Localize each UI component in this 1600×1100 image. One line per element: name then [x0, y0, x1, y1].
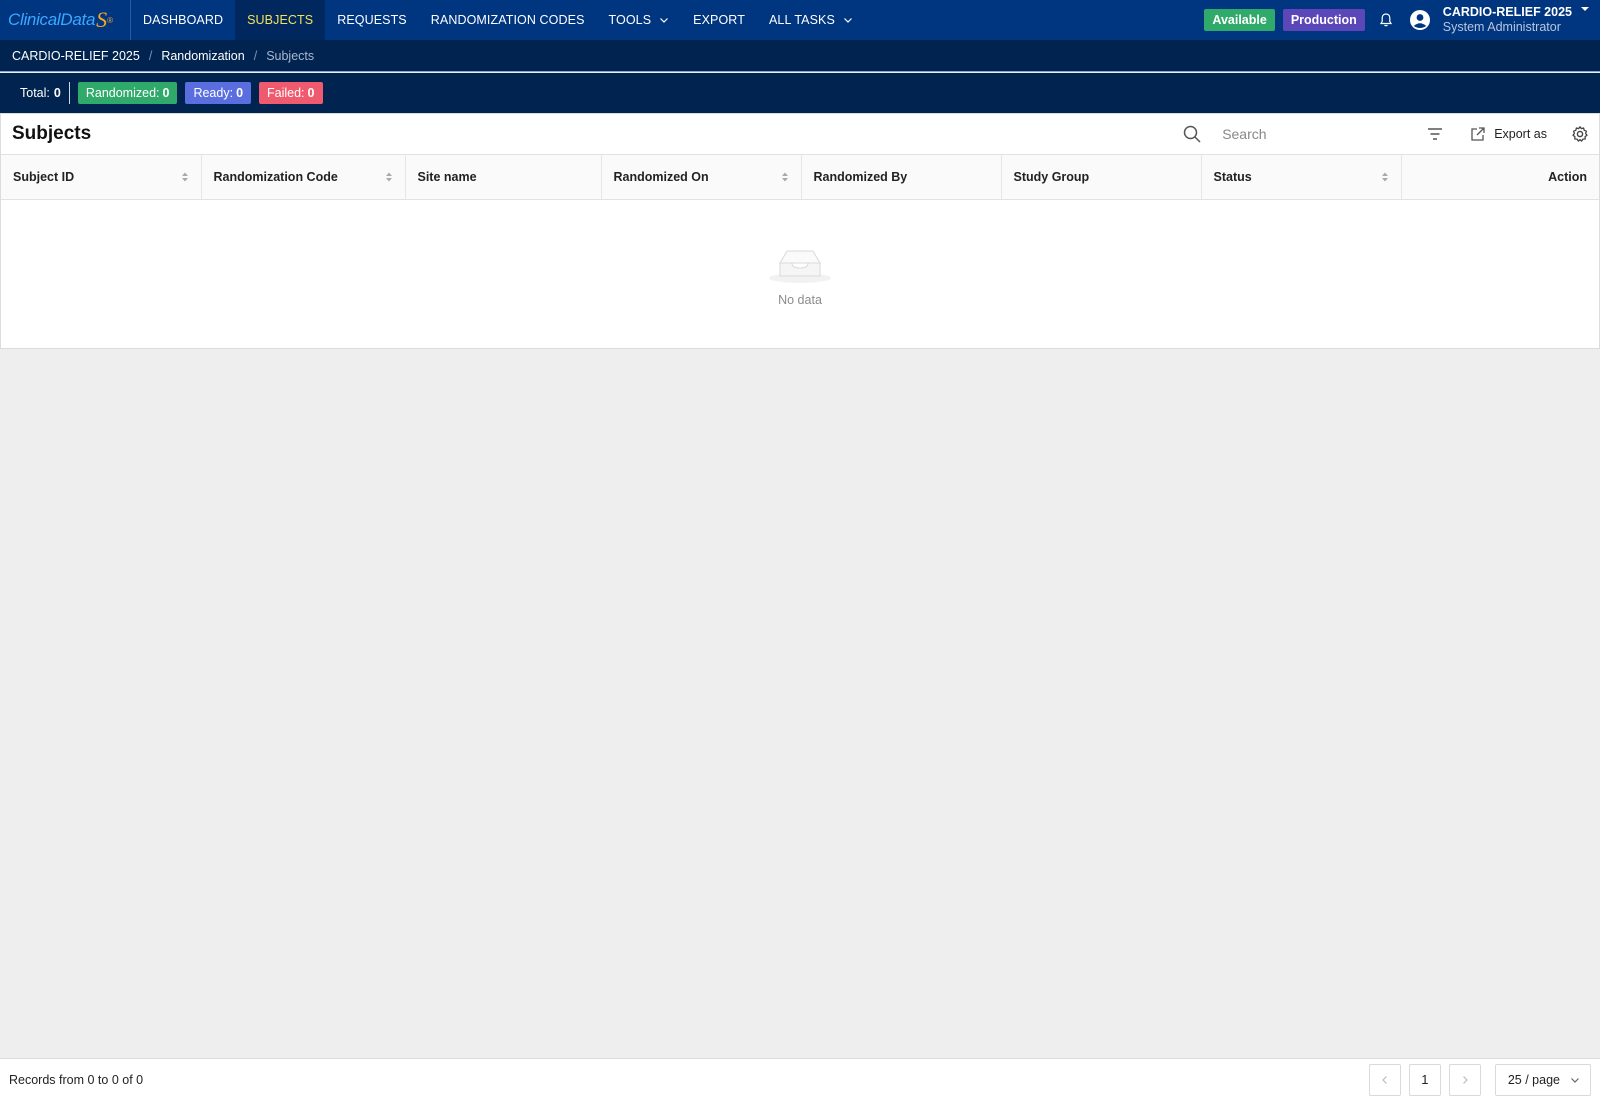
- export-icon: [1471, 127, 1485, 141]
- chevron-down-icon: [1571, 1077, 1579, 1083]
- settings-gear-icon[interactable]: [1571, 125, 1589, 143]
- pagination-footer: Records from 0 to 0 of 0 1 25 / page: [0, 1058, 1600, 1100]
- study-name: CARDIO-RELIEF 2025: [1442, 5, 1572, 19]
- export-as-button[interactable]: Export as: [1470, 126, 1547, 142]
- breadcrumb: CARDIO-RELIEF 2025 / Randomization / Sub…: [0, 40, 1600, 72]
- column-header-study-group: Study Group: [1001, 154, 1202, 200]
- bell-icon[interactable]: [1373, 7, 1399, 33]
- page-size-select[interactable]: 25 / page: [1494, 1063, 1591, 1096]
- randomized-stat[interactable]: Randomized: 0: [77, 82, 178, 104]
- empty-row: No data: [1, 200, 1599, 347]
- ready-label: Ready:: [193, 86, 234, 100]
- total-label: Total:: [20, 86, 50, 100]
- column-header-site-name: Site name: [405, 154, 602, 200]
- nav-item-label: REQUESTS: [337, 13, 407, 27]
- export-label: Export as: [1494, 127, 1547, 141]
- pagination-controls: 1 25 / page: [1368, 1063, 1600, 1096]
- page-title: Subjects: [12, 123, 92, 144]
- chevron-left-icon: [1382, 1075, 1387, 1084]
- breadcrumb-separator: /: [148, 48, 153, 63]
- page-size-value: 25 / page: [1507, 1072, 1560, 1087]
- randomized-label: Randomized:: [85, 86, 160, 100]
- previous-page-button[interactable]: [1368, 1063, 1401, 1096]
- ready-stat[interactable]: Ready: 0: [185, 82, 252, 104]
- nav-item-label: EXPORT: [693, 13, 745, 27]
- chevron-down-icon: [660, 18, 669, 23]
- column-label: Randomized On: [613, 170, 709, 184]
- column-label: Status: [1213, 170, 1252, 184]
- nav-item-label: ALL TASKS: [768, 13, 835, 27]
- available-badge: Available: [1204, 9, 1275, 31]
- stats-bar: Total: 0 Randomized: 0 Ready: 0 Failed: 0: [0, 73, 1600, 113]
- caret-down-icon[interactable]: [1580, 4, 1590, 14]
- nav-item-label: DASHBOARD: [143, 13, 224, 27]
- nav-item-label: SUBJECTS: [247, 13, 314, 27]
- column-label: Action: [1548, 170, 1587, 184]
- sort-icon[interactable]: [781, 171, 789, 183]
- empty-state: No data: [1, 200, 1599, 347]
- empty-state-wrap: No data: [768, 243, 832, 307]
- breadcrumb-study[interactable]: CARDIO-RELIEF 2025: [12, 49, 140, 63]
- search-icon[interactable]: [1182, 124, 1202, 144]
- breadcrumb-subjects: Subjects: [266, 48, 315, 63]
- user-role: System Administrator: [1442, 20, 1561, 34]
- nav-item-subjects[interactable]: SUBJECTS: [235, 0, 326, 40]
- search-input[interactable]: [1222, 126, 1413, 142]
- nav-item-tools[interactable]: TOOLS: [597, 0, 682, 40]
- failed-stat[interactable]: Failed: 0: [259, 82, 323, 104]
- column-header-randomized-by: Randomized By: [801, 154, 1002, 200]
- column-header-action: Action: [1401, 154, 1599, 200]
- clinicaldata-logo[interactable]: ClinicalData S ®: [0, 0, 131, 40]
- randomized-value: 0: [162, 86, 170, 100]
- logo-text: ClinicalData: [8, 10, 96, 29]
- sort-icon[interactable]: [385, 171, 393, 183]
- column-header-randomized-on[interactable]: Randomized On: [601, 154, 802, 200]
- logo-registered: ®: [107, 15, 114, 25]
- main-nav: DASHBOARD SUBJECTS REQUESTS RANDOMIZATIO…: [131, 0, 865, 40]
- records-summary: Records from 0 to 0 of 0: [9, 1072, 144, 1087]
- nav-item-export[interactable]: EXPORT: [681, 0, 757, 40]
- nav-item-dashboard[interactable]: DASHBOARD: [131, 0, 235, 40]
- column-label: Site name: [417, 170, 477, 184]
- nav-item-randomization-codes[interactable]: RANDOMIZATION CODES: [419, 0, 597, 40]
- panel-header: Subjects Export as: [1, 114, 1599, 154]
- nav-item-requests[interactable]: REQUESTS: [325, 0, 419, 40]
- column-header-status[interactable]: Status: [1201, 154, 1402, 200]
- user-info[interactable]: CARDIO-RELIEF 2025 System Administrator: [1443, 5, 1572, 35]
- nav-item-label: RANDOMIZATION CODES: [430, 13, 585, 27]
- failed-value: 0: [307, 86, 315, 100]
- user-avatar-icon[interactable]: [1407, 7, 1433, 33]
- column-label: Subject ID: [13, 170, 75, 184]
- environment-badge: Production: [1282, 9, 1365, 31]
- top-navigation-bar: ClinicalData S ® DASHBOARD SUBJECTS REQUES…: [0, 0, 1600, 40]
- failed-label: Failed:: [267, 86, 305, 100]
- empty-text: No data: [778, 293, 822, 308]
- table-header-row: Subject ID Randomization Code Site name …: [1, 154, 1599, 200]
- empty-inbox-icon: [769, 250, 831, 284]
- sort-icon[interactable]: [1381, 171, 1389, 183]
- breadcrumb-randomization[interactable]: Randomization: [161, 49, 244, 63]
- ready-value: 0: [236, 86, 244, 100]
- topbar-right: Available Production CARDIO-RELIEF 2025 …: [1204, 0, 1600, 40]
- filter-icon[interactable]: [1426, 125, 1444, 143]
- nav-item-all-tasks[interactable]: ALL TASKS: [757, 0, 865, 40]
- sort-icon[interactable]: [181, 171, 189, 183]
- subjects-panel: Subjects Export as Subject ID Randomizat…: [0, 113, 1600, 349]
- column-label: Randomization Code: [213, 170, 338, 184]
- column-label: Randomized By: [813, 170, 908, 184]
- chevron-right-icon: [1462, 1075, 1468, 1084]
- column-header-randomization-code[interactable]: Randomization Code: [201, 154, 406, 200]
- breadcrumb-separator: /: [253, 48, 258, 63]
- chevron-down-icon: [844, 18, 852, 23]
- nav-item-label: TOOLS: [608, 13, 652, 27]
- page-number-button[interactable]: 1: [1408, 1063, 1441, 1096]
- total-stat: Total: 0: [20, 82, 70, 104]
- subjects-table: Subject ID Randomization Code Site name …: [1, 154, 1599, 347]
- panel-toolbar: Export as: [1182, 114, 1599, 154]
- logo-mark: S: [96, 7, 108, 32]
- next-page-button[interactable]: [1448, 1063, 1481, 1096]
- column-label: Study Group: [1013, 170, 1090, 184]
- total-value: 0: [53, 86, 61, 100]
- column-header-subject-id[interactable]: Subject ID: [1, 154, 202, 200]
